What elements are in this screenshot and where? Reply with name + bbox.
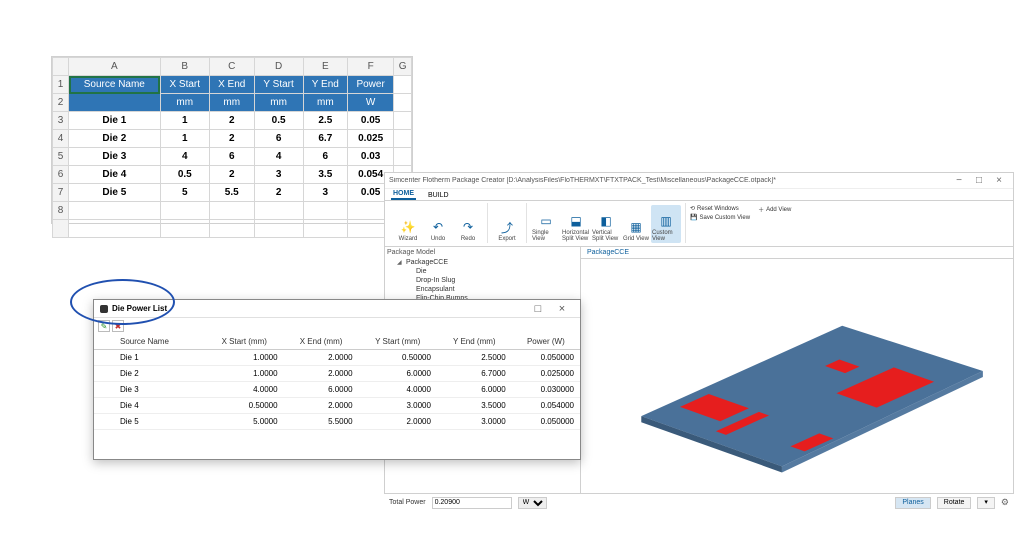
dialog-icon (100, 305, 108, 313)
save-custom-view-button[interactable]: 💾Save Custom View (690, 214, 750, 221)
col-B[interactable]: B (160, 58, 209, 76)
view-tab[interactable]: PackageCCE (581, 247, 1013, 259)
reset-windows-button[interactable]: ⟲Reset Windows (690, 205, 750, 212)
col-G[interactable]: G (394, 58, 412, 76)
excel-row: 3Die 1120.52.50.05 (53, 112, 412, 130)
close-button[interactable]: × (989, 173, 1009, 189)
wizard-button[interactable]: ✨Wizard (393, 205, 423, 243)
total-power-label: Total Power (389, 499, 426, 506)
status-bar: Total Power W Planes Rotate ▾ ⚙ (385, 493, 1013, 511)
excel-window: A B C D E F G 1 Source Name X Start X En… (51, 56, 413, 224)
table-row[interactable]: Die 40.500002.00003.00003.50000.054000 (94, 398, 580, 414)
cell-source-name[interactable]: Source Name (69, 76, 161, 94)
maximize-button[interactable]: □ (969, 173, 989, 189)
tree-item[interactable]: Die (407, 267, 578, 276)
view-panel: PackageCCE (581, 247, 1013, 493)
hsplit-view-button[interactable]: ⬓Horizontal Split View (561, 205, 591, 243)
wand-icon: ✨ (400, 219, 416, 235)
export-button[interactable]: ⤴Export (492, 205, 522, 243)
redo-icon: ↷ (460, 219, 476, 235)
reset-icon: ⟲ (690, 205, 695, 212)
ribbon-tabs: HOME BUILD (385, 189, 1013, 201)
single-view-button[interactable]: ▭Single View (531, 205, 561, 243)
planes-button[interactable]: Planes (895, 497, 930, 509)
grid-icon: ▦ (628, 219, 644, 235)
panel-title: Package Model (387, 249, 578, 256)
plus-icon: ＋ (758, 205, 764, 214)
excel-row: 5Die 346460.03 (53, 148, 412, 166)
tab-build[interactable]: BUILD (426, 192, 451, 200)
excel-corner[interactable] (53, 58, 69, 76)
dialog-titlebar[interactable]: Die Power List □ × (94, 300, 580, 318)
tab-home[interactable]: HOME (391, 190, 416, 200)
table-row[interactable]: Die 34.00006.00004.00006.00000.030000 (94, 382, 580, 398)
hsplit-icon: ⬓ (568, 213, 584, 229)
col-E[interactable]: E (303, 58, 347, 76)
excel-header-row-2: 2 mm mm mm mm W (53, 94, 412, 112)
col-F[interactable]: F (348, 58, 394, 76)
clear-button[interactable]: ✖ (112, 320, 124, 332)
tree-item[interactable]: Encapsulant (407, 285, 578, 294)
power-unit-select[interactable]: W (518, 497, 547, 509)
dialog-maximize-button[interactable]: □ (526, 303, 550, 315)
die-power-list-dialog: Die Power List □ × ✎ ✖ Source NameX Star… (93, 299, 581, 460)
tree-root[interactable]: ◢PackageCCE (397, 258, 578, 267)
table-header[interactable]: Source Name (94, 334, 205, 350)
grid-view-button[interactable]: ▦Grid View (621, 205, 651, 243)
save-icon: 💾 (690, 214, 697, 221)
table-header[interactable]: X Start (mm) (205, 334, 284, 350)
redo-button[interactable]: ↷Redo (453, 205, 483, 243)
total-power-value[interactable] (432, 497, 512, 509)
table-header[interactable]: Power (W) (512, 334, 580, 350)
table-row[interactable]: Die 21.00002.00006.00006.70000.025000 (94, 366, 580, 382)
undo-icon: ↶ (430, 219, 446, 235)
excel-row: 6Die 40.5233.50.054 (53, 166, 412, 184)
tree-item[interactable]: Drop-In Slug (407, 276, 578, 285)
minimize-button[interactable]: − (949, 173, 969, 189)
3d-canvas[interactable] (581, 259, 1013, 493)
undo-button[interactable]: ↶Undo (423, 205, 453, 243)
export-icon: ⤴ (499, 219, 515, 235)
table-header[interactable]: X End (mm) (284, 334, 359, 350)
custom-view-button[interactable]: ▥Custom View (651, 205, 681, 243)
col-D[interactable]: D (254, 58, 303, 76)
collapse-icon[interactable]: ◢ (397, 259, 403, 266)
table-header[interactable]: Y End (mm) (437, 334, 512, 350)
vsplit-icon: ◧ (598, 213, 614, 229)
rotate-button[interactable]: Rotate (937, 497, 972, 509)
rotate-menu-button[interactable]: ▾ (977, 497, 995, 509)
import-button[interactable]: ✎ (98, 320, 110, 332)
settings-icon[interactable]: ⚙ (1001, 497, 1009, 508)
die-power-table: Source NameX Start (mm)X End (mm)Y Start… (94, 334, 580, 430)
excel-row: 7Die 555.5230.05 (53, 184, 412, 202)
single-view-icon: ▭ (538, 213, 554, 229)
custom-view-icon: ▥ (658, 213, 674, 229)
titlebar: Simcenter Flotherm Package Creator [D:\A… (385, 173, 1013, 189)
add-view-button[interactable]: ＋Add View (758, 205, 791, 214)
table-header[interactable]: Y Start (mm) (359, 334, 437, 350)
dialog-close-button[interactable]: × (550, 303, 574, 315)
excel-column-header-row: A B C D E F G (53, 58, 412, 76)
table-row[interactable]: Die 55.00005.50002.00003.00000.050000 (94, 414, 580, 430)
excel-header-row-1: 1 Source Name X Start X End Y Start Y En… (53, 76, 412, 94)
ribbon: ✨Wizard ↶Undo ↷Redo ⤴Export ▭Single View… (385, 201, 1013, 247)
dialog-title: Die Power List (112, 304, 526, 313)
excel-row: 4Die 21266.70.025 (53, 130, 412, 148)
col-A[interactable]: A (69, 58, 161, 76)
table-row[interactable]: Die 11.00002.00000.500002.50000.050000 (94, 350, 580, 366)
vsplit-view-button[interactable]: ◧Vertical Split View (591, 205, 621, 243)
window-title: Simcenter Flotherm Package Creator [D:\A… (389, 177, 949, 184)
col-C[interactable]: C (209, 58, 254, 76)
